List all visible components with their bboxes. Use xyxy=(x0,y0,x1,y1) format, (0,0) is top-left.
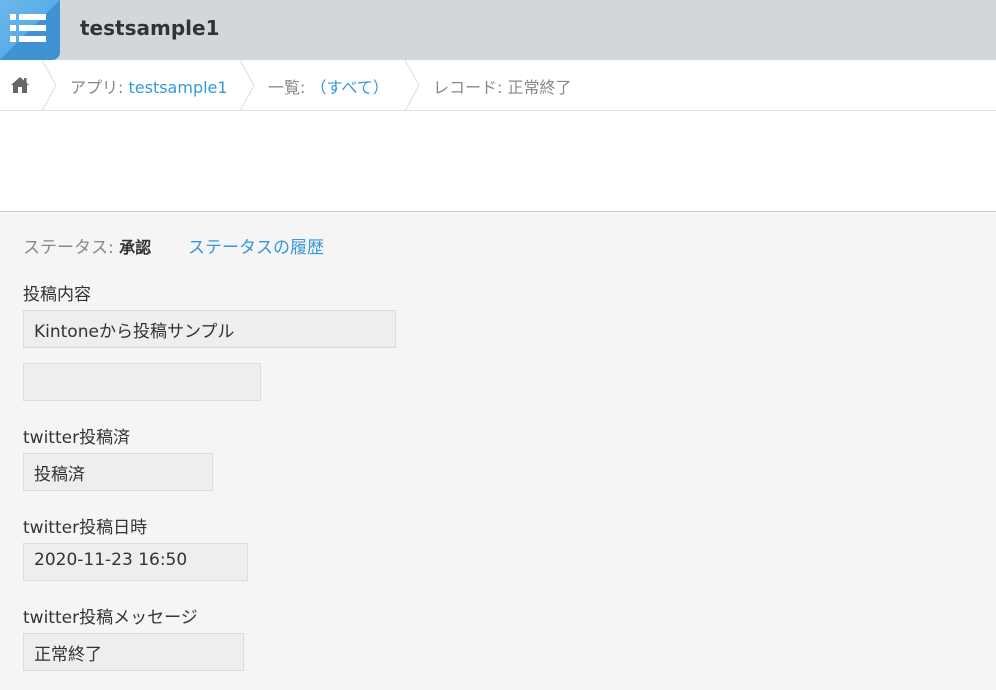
field-value-post-content[interactable]: Kintoneから投稿サンプル xyxy=(23,310,396,348)
breadcrumb-app-link[interactable]: testsample1 xyxy=(128,78,227,97)
status-label: ステータス: xyxy=(23,238,120,258)
record-toolbar xyxy=(0,111,996,212)
field-label-twitter-message: twitter投稿メッセージ xyxy=(23,608,198,628)
breadcrumb-app[interactable]: アプリ: testsample1 xyxy=(70,74,228,98)
breadcrumb-view-link[interactable]: （すべて） xyxy=(310,78,388,97)
app-title: testsample1 xyxy=(80,16,220,40)
field-label-twitter-posted: twitter投稿済 xyxy=(23,428,131,448)
field-value-empty[interactable] xyxy=(23,363,261,401)
breadcrumb: アプリ: testsample1 一覧: （すべて） レコード: 正常終了 xyxy=(0,60,996,111)
field-value-twitter-posted[interactable]: 投稿済 xyxy=(23,453,213,491)
breadcrumb-separator xyxy=(404,60,420,111)
list-icon[interactable] xyxy=(0,0,60,60)
breadcrumb-separator xyxy=(41,60,57,111)
breadcrumb-record: レコード: 正常終了 xyxy=(433,78,572,97)
field-label-post-content: 投稿内容 xyxy=(23,285,91,305)
home-icon[interactable] xyxy=(10,75,30,99)
status-history-link[interactable]: ステータスの履歴 xyxy=(188,233,324,258)
status-line: ステータス: 承認 xyxy=(23,233,151,258)
field-value-twitter-message[interactable]: 正常終了 xyxy=(23,633,244,671)
app-header: testsample1 xyxy=(0,0,996,60)
status-value: 承認 xyxy=(119,238,152,257)
breadcrumb-view[interactable]: 一覧: （すべて） xyxy=(268,74,389,98)
field-label-twitter-datetime: twitter投稿日時 xyxy=(23,518,148,538)
field-value-twitter-datetime[interactable]: 2020-11-23 16:50 xyxy=(23,543,248,581)
breadcrumb-separator xyxy=(239,60,255,111)
